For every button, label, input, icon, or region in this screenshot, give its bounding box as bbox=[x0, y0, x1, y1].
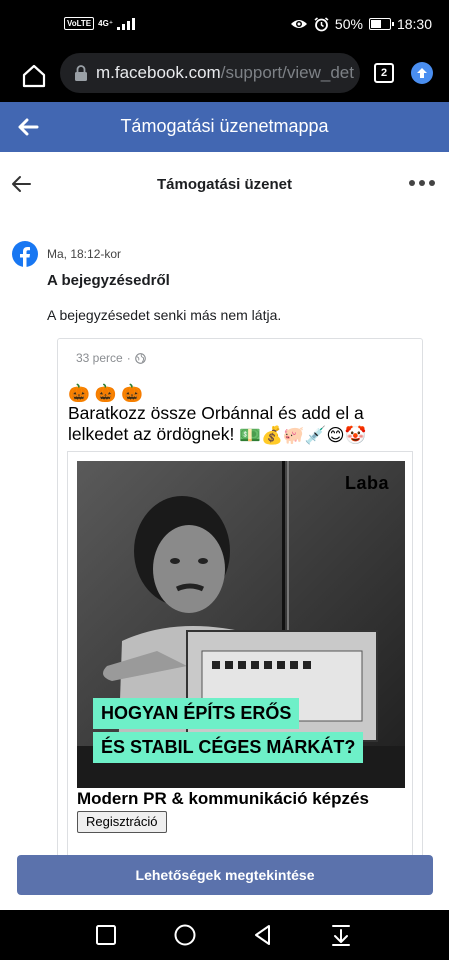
globe-icon bbox=[134, 352, 146, 364]
ad-brand-logo: Laba bbox=[344, 473, 389, 493]
signal-strength-icon bbox=[117, 17, 136, 30]
clock: 18:30 bbox=[396, 16, 432, 32]
more-options-icon[interactable] bbox=[409, 180, 435, 188]
alarm-icon bbox=[314, 16, 329, 31]
navigation-bar bbox=[0, 910, 449, 960]
register-button[interactable]: Regisztráció bbox=[77, 811, 167, 833]
url-path: /support/view_det bbox=[220, 63, 354, 82]
message-subject: A bejegyzésedről bbox=[47, 272, 170, 289]
view-options-button[interactable]: Lehetőségek megtekintése bbox=[17, 855, 433, 895]
ad-image: Laba HOGYAN ÉPÍTS ERŐS ÉS STABIL CÉGES M… bbox=[77, 461, 405, 788]
post-meta: 33 perce · bbox=[76, 351, 146, 365]
back-triangle-icon[interactable] bbox=[250, 922, 276, 948]
facebook-logo-icon bbox=[12, 241, 38, 267]
tab-switcher-button[interactable]: 2 bbox=[374, 63, 394, 83]
browser-toolbar: m.facebook.com/support/view_det 2 bbox=[0, 50, 449, 102]
status-right: 50% 18:30 bbox=[290, 16, 432, 32]
message-header: Támogatási üzenet bbox=[0, 153, 449, 215]
ad-headline: Modern PR & kommunikáció képzés bbox=[77, 789, 369, 808]
notification-pulldown-icon[interactable] bbox=[328, 922, 354, 948]
fb-header: Támogatási üzenetmappa bbox=[0, 102, 449, 152]
signal-group: VoLTE 4G⁺ bbox=[64, 17, 136, 30]
post-text: 🎃 🎃 🎃 Baratkozz össze Orbánnal és add el… bbox=[68, 383, 408, 446]
post-time: 33 perce bbox=[76, 351, 123, 365]
ad-banner-line-2: ÉS STABIL CÉGES MÁRKÁT? bbox=[93, 732, 364, 763]
ad-attachment[interactable]: Laba HOGYAN ÉPÍTS ERŐS ÉS STABIL CÉGES M… bbox=[67, 451, 413, 867]
lock-icon bbox=[75, 65, 87, 81]
url-bar[interactable]: m.facebook.com/support/view_det bbox=[60, 53, 360, 93]
ad-banner-line-1: HOGYAN ÉPÍTS ERŐS bbox=[93, 698, 300, 729]
battery-percent: 50% bbox=[334, 16, 363, 32]
network-type: 4G⁺ bbox=[98, 19, 114, 28]
message-timestamp: Ma, 18:12-kor bbox=[47, 247, 122, 261]
status-bar: VoLTE 4G⁺ 50% 18:30 bbox=[0, 0, 449, 50]
recent-apps-icon[interactable] bbox=[93, 922, 119, 948]
url-host: m.facebook.com bbox=[96, 63, 221, 82]
battery-level bbox=[370, 20, 381, 28]
meta-separator: · bbox=[126, 351, 131, 365]
message-title: Támogatási üzenet bbox=[156, 176, 293, 193]
reported-post-card: 33 perce · 🎃 🎃 🎃 Baratkozz össze Orbánna… bbox=[57, 338, 423, 868]
home-icon[interactable] bbox=[20, 62, 48, 90]
volte-badge: VoLTE bbox=[64, 17, 95, 30]
home-circle-icon[interactable] bbox=[172, 922, 198, 948]
update-button[interactable] bbox=[411, 62, 433, 84]
battery-icon bbox=[368, 18, 394, 30]
arrow-up-icon bbox=[417, 68, 427, 78]
message-body: A bejegyzésedet senki más nem látja. bbox=[47, 307, 282, 323]
eye-icon bbox=[290, 20, 307, 28]
post-emojis: 💵💰🐖💉😊🤡 bbox=[239, 424, 367, 445]
pumpkin-emojis: 🎃 🎃 🎃 bbox=[68, 383, 144, 403]
page-title: Támogatási üzenetmappa bbox=[120, 116, 329, 136]
